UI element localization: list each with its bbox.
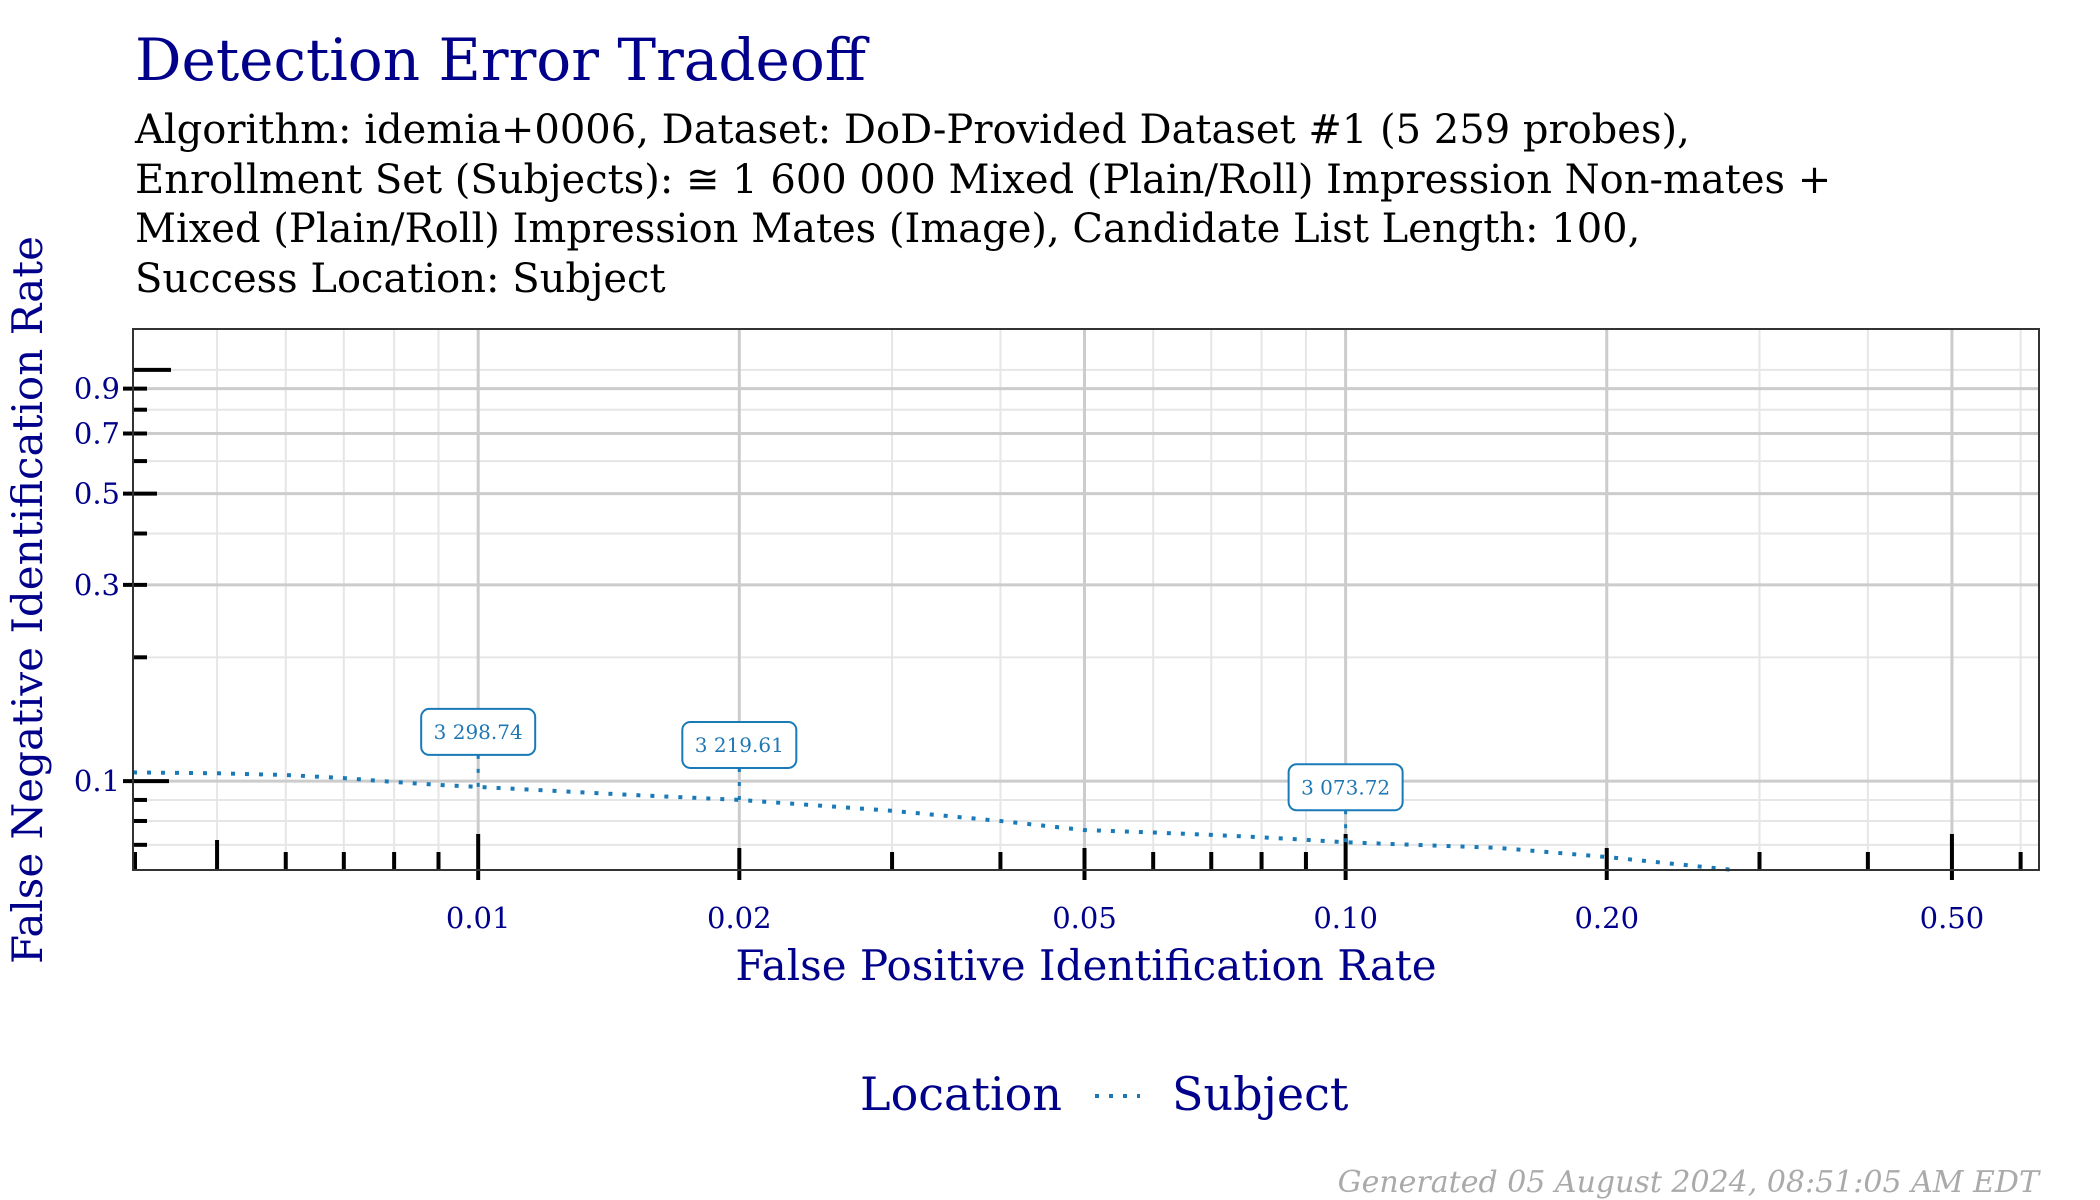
legend-title: Location xyxy=(860,1067,1062,1121)
x-tick-label: 0.10 xyxy=(1313,901,1378,935)
generated-timestamp: Generated 05 August 2024, 08:51:05 AM ED… xyxy=(1338,1165,2041,1200)
y-tick-label: 0.3 xyxy=(74,568,120,602)
legend-label-subject: Subject xyxy=(1172,1067,1349,1121)
legend: Location Subject xyxy=(860,1067,1349,1121)
subtitle-line: Enrollment Set (Subjects): ≅ 1 600 000 M… xyxy=(135,157,1831,203)
x-tick-label: 0.50 xyxy=(1920,901,1985,935)
y-axis-title: False Negative Identification Rate xyxy=(3,236,52,964)
callout-label: 3 073.72 xyxy=(1301,775,1390,799)
x-tick-label: 0.01 xyxy=(446,901,511,935)
x-tick-label: 0.05 xyxy=(1052,901,1117,935)
subtitle-line: Mixed (Plain/Roll) Impression Mates (Ima… xyxy=(135,206,1640,252)
subtitle-line: Algorithm: idemia+0006, Dataset: DoD-Pro… xyxy=(134,107,1690,153)
y-tick-label: 0.5 xyxy=(74,477,120,511)
x-axis-tick-labels: 0.01 0.02 0.05 0.10 0.20 0.50 xyxy=(446,901,1984,935)
y-tick-label: 0.7 xyxy=(74,417,120,451)
y-axis-tick-labels: 0.1 0.3 0.5 0.7 0.9 xyxy=(74,372,120,798)
chart-title: Detection Error Tradeoff xyxy=(135,26,870,94)
x-tick-label: 0.20 xyxy=(1574,901,1639,935)
subtitle-line: Success Location: Subject xyxy=(135,256,666,302)
y-tick-label: 0.1 xyxy=(74,764,120,798)
y-tick-label: 0.9 xyxy=(74,372,120,406)
det-chart: Detection Error Tradeoff Algorithm: idem… xyxy=(3,26,2041,1200)
callout-label: 3 219.61 xyxy=(695,733,784,757)
chart-subtitle: Algorithm: idemia+0006, Dataset: DoD-Pro… xyxy=(134,107,1831,302)
x-axis-title: False Positive Identification Rate xyxy=(735,941,1436,990)
plot-area: 3 298.74 3 219.61 3 073.72 xyxy=(123,328,2040,880)
x-tick-label: 0.02 xyxy=(707,901,772,935)
callout-label: 3 298.74 xyxy=(434,720,523,744)
